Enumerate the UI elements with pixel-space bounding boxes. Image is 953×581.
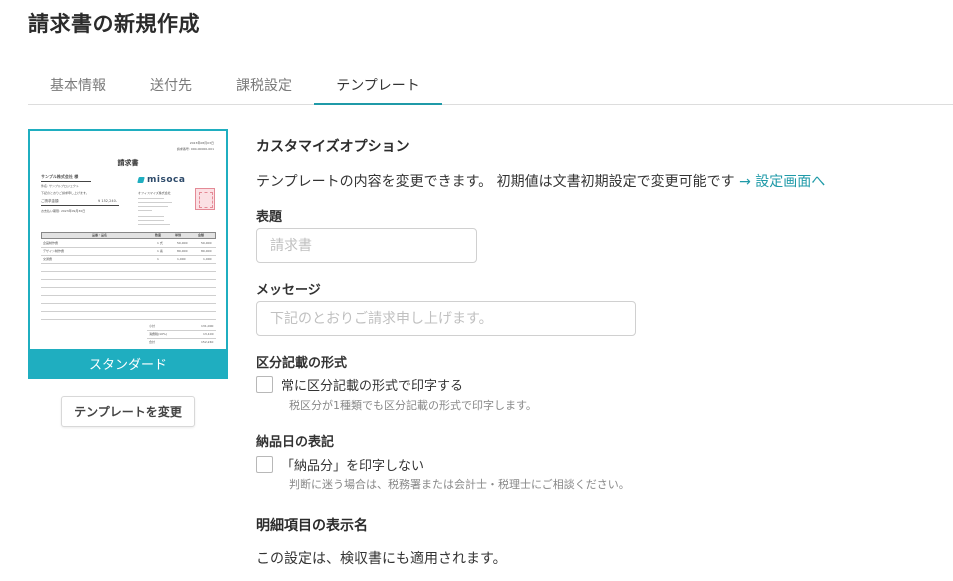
- preview-client-underline: [41, 181, 91, 182]
- preview-row-amount: 80,000: [201, 249, 212, 253]
- preview-table-row: [41, 279, 216, 280]
- preview-company: オフィスマイズ株式会社: [138, 191, 171, 195]
- delivery-date-checkbox-label[interactable]: 「納品分」を印字しない: [281, 455, 424, 474]
- preview-row-qty: 1: [157, 257, 159, 261]
- tab-tax-settings[interactable]: 課税設定: [214, 66, 314, 104]
- misoca-logo: misoca: [137, 175, 186, 185]
- preview-table-row: [41, 303, 216, 304]
- delivery-date-label: 納品日の表記: [256, 435, 335, 450]
- preview-table-row: [41, 319, 216, 320]
- preview-contact-line: [138, 224, 170, 225]
- preview-table-row: [41, 263, 216, 264]
- tax-format-checkbox[interactable]: [256, 376, 273, 393]
- preview-tax-label: 消費税(10%): [149, 332, 168, 336]
- tax-format-option[interactable]: 常に区分記載の形式で印字する: [256, 375, 463, 394]
- tab-bar: 基本情報 送付先 課税設定 テンプレート: [28, 66, 953, 105]
- delivery-date-hint: 判断に迷う場合は、税務署または会計士・税理士にご相談ください。: [289, 478, 630, 491]
- preview-table-row: [41, 255, 216, 256]
- detail-names-title: 明細項目の表示名: [256, 518, 368, 534]
- preview-address-line: [138, 206, 168, 207]
- settings-link[interactable]: → 設定画面へ: [739, 174, 825, 190]
- tab-template[interactable]: テンプレート: [314, 66, 442, 105]
- change-template-button[interactable]: テンプレートを変更: [61, 396, 195, 427]
- delivery-date-option[interactable]: 「納品分」を印字しない: [256, 455, 424, 474]
- preview-date: 2023年08月03日: [189, 141, 214, 145]
- preview-head-price: 単価: [175, 233, 182, 237]
- description-text: テンプレートの内容を変更できます。 初期値は文書初期設定で変更可能です: [256, 174, 735, 190]
- preview-contact-line: [138, 216, 164, 217]
- customize-options-title: カスタマイズオプション: [256, 139, 410, 155]
- preview-total-label: 合計: [149, 340, 156, 344]
- message-field-label: メッセージ: [256, 283, 321, 298]
- preview-address-line: [138, 202, 172, 203]
- preview-amount-label: ご請求金額: [41, 199, 59, 203]
- preview-table-row: [41, 271, 216, 272]
- preview-tax-value: 13,100: [203, 332, 214, 336]
- preview-row-item: 交通費: [43, 257, 53, 261]
- heading-input[interactable]: [256, 228, 477, 263]
- preview-head-qty: 数量: [155, 233, 162, 237]
- preview-address-line: [138, 210, 152, 211]
- template-preview-card[interactable]: 2023年08月03日 請求番号: 000-00000-001 請求書 サンプル…: [28, 129, 228, 379]
- template-name: スタンダード: [30, 349, 226, 377]
- preview-due: お支払い期限: 2023年09月30日: [41, 209, 86, 213]
- preview-row-amount: 50,000: [201, 241, 212, 245]
- delivery-date-checkbox[interactable]: [256, 456, 273, 473]
- preview-head-amount: 金額: [198, 233, 205, 237]
- preview-row-price: 80,000: [177, 249, 188, 253]
- preview-table-row: [41, 295, 216, 296]
- tax-format-hint: 税区分が1種類でも区分記載の形式で印字します。: [289, 399, 537, 412]
- preview-note: 下記のとおりご請求申し上げます。: [41, 191, 89, 195]
- preview-row-amount: 1,000: [203, 257, 212, 261]
- tax-format-checkbox-label[interactable]: 常に区分記載の形式で印字する: [281, 375, 463, 394]
- preview-address-line: [138, 198, 164, 199]
- preview-row-qty: 1 案: [157, 249, 163, 253]
- preview-total-row: [147, 338, 216, 339]
- preview-row-price: 1,000: [177, 257, 186, 261]
- preview-total-value: 152,240: [201, 340, 214, 344]
- preview-client: サンプル株式会社 様: [41, 174, 79, 179]
- tab-recipient[interactable]: 送付先: [128, 66, 214, 104]
- preview-head-item: 品番・品名: [92, 233, 108, 237]
- preview-subtotal-value: 131,000: [201, 324, 214, 328]
- misoca-logo-text: misoca: [147, 175, 186, 185]
- preview-row-item: デザイン制作費: [43, 249, 65, 253]
- preview-amount-value: ¥ 152,240-: [98, 199, 118, 203]
- preview-subject: 件名: サンプルプロジェクト: [41, 184, 79, 188]
- preview-total-row: [147, 330, 216, 331]
- misoca-logo-icon: [137, 177, 145, 183]
- preview-row-item: 企画制作費: [43, 241, 59, 245]
- template-preview-document: 2023年08月03日 請求番号: 000-00000-001 請求書 サンプル…: [30, 131, 226, 349]
- preview-row-price: 50,000: [177, 241, 188, 245]
- page-title: 請求書の新規作成: [28, 12, 200, 36]
- preview-table-header: [41, 232, 216, 239]
- detail-names-description: この設定は、検収書にも適用されます。: [256, 551, 507, 567]
- tab-basic-info[interactable]: 基本情報: [28, 66, 128, 104]
- preview-row-qty: 1 式: [157, 241, 163, 245]
- message-input[interactable]: [256, 301, 636, 336]
- preview-number: 請求番号: 000-00000-001: [176, 147, 214, 151]
- preview-amount-underline: [41, 205, 119, 206]
- preview-contact-line: [138, 220, 164, 221]
- customize-options-description: テンプレートの内容を変更できます。 初期値は文書初期設定で変更可能です → 設定…: [256, 171, 825, 191]
- preview-table-row: [41, 247, 216, 248]
- preview-table-row: [41, 287, 216, 288]
- heading-field-label: 表題: [256, 210, 283, 225]
- tax-format-label: 区分記載の形式: [256, 356, 348, 371]
- preview-subtotal-label: 小計: [149, 324, 156, 328]
- company-seal-icon: [195, 188, 215, 210]
- preview-title: 請求書: [117, 159, 139, 167]
- preview-table-row: [41, 311, 216, 312]
